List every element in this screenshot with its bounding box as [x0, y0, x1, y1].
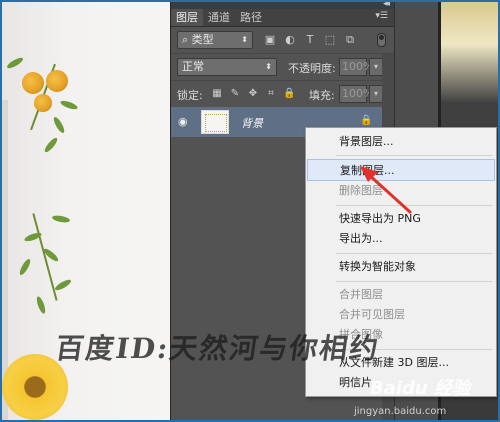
yellow-flower	[46, 70, 68, 92]
lock-all-icon[interactable]: 🔒	[283, 88, 295, 100]
leaf	[35, 295, 47, 315]
leaf	[42, 136, 60, 154]
panel-titlebar: ◂◂	[171, 2, 394, 9]
shape-icon[interactable]: ⬚	[323, 33, 337, 47]
fill-dropdown-button[interactable]: ▾	[369, 85, 383, 103]
collapse-icon[interactable]: ◂◂	[383, 2, 390, 9]
tab-layers[interactable]: 图层	[171, 9, 203, 26]
layer-name: 背景	[241, 117, 263, 130]
blend-mode-select[interactable]: 正常 ⬍	[177, 58, 277, 76]
panel-tabs: 图层 通道 路径 ▾☰	[171, 9, 394, 27]
image-icon[interactable]: ▣	[263, 33, 277, 47]
filter-kind-label: 类型	[191, 33, 214, 46]
leaf	[51, 214, 71, 224]
menu-item-convert-smart-object[interactable]: 转换为智能对象	[307, 256, 495, 278]
menu-item-export-as[interactable]: 导出为...	[307, 228, 495, 250]
chevron-updown-icon: ⬍	[241, 35, 248, 44]
menu-item-duplicate-layer[interactable]: 复制图层...	[307, 159, 495, 181]
menu-separator	[336, 155, 492, 156]
opacity-label: 不透明度:	[288, 62, 336, 75]
menu-item-merge-visible[interactable]: 合并可见图层	[307, 304, 495, 326]
opacity-input[interactable]: 100%	[339, 58, 373, 76]
menu-separator	[336, 281, 492, 282]
yellow-flower	[22, 72, 44, 94]
menu-item-quick-export-png[interactable]: 快速导出为 PNG	[307, 208, 495, 230]
leaf	[51, 115, 67, 135]
panel-menu-icon[interactable]: ▾☰	[375, 11, 388, 21]
menu-separator	[336, 253, 492, 254]
baidu-site-url: jingyan.baidu.com	[354, 406, 447, 417]
lock-transparent-icon[interactable]: ▦	[211, 88, 223, 100]
leaf	[53, 277, 73, 293]
eye-icon[interactable]: ◉	[178, 116, 190, 128]
yellow-flower	[34, 94, 52, 112]
filter-kind-select[interactable]: ⌕ 类型 ⬍	[177, 31, 253, 49]
chevron-updown-icon: ⬍	[265, 62, 272, 71]
text-icon[interactable]: T	[303, 33, 317, 47]
leaf	[17, 257, 33, 277]
fill-label: 填充:	[309, 89, 335, 102]
watermark-text: 百度ID:天然河与你相约	[53, 332, 382, 365]
lock-move-icon[interactable]: ✥	[247, 88, 259, 100]
adjustment-icon[interactable]: ◐	[283, 33, 297, 47]
leaf	[59, 99, 79, 111]
lock-brush-icon[interactable]: ✎	[229, 88, 241, 100]
lock-artboard-icon[interactable]: ⌗	[265, 88, 277, 100]
filter-toggle[interactable]	[377, 33, 386, 47]
menu-item-delete-layer[interactable]: 删除图层	[307, 180, 495, 202]
blend-row: 正常 ⬍ 不透明度: 100% ▾	[171, 54, 394, 81]
smart-object-icon[interactable]: ⧉	[343, 33, 357, 47]
baidu-logo: Baidu 经验	[370, 378, 471, 399]
lock-label: 锁定:	[177, 89, 203, 102]
lock-icon: 🔒	[360, 115, 373, 126]
tab-paths[interactable]: 路径	[235, 9, 267, 26]
search-icon: ⌕	[182, 33, 192, 46]
menu-item-background-layer[interactable]: 背景图层...	[307, 131, 495, 153]
filter-row: ⌕ 类型 ⬍ ▣ ◐ T ⬚ ⧉	[171, 27, 394, 54]
lock-row: 锁定: ▦ ✎ ✥ ⌗ 🔒 填充: 100% ▾	[171, 81, 394, 108]
app-window: ◂◂ 图层 通道 路径 ▾☰ ⌕ 类型 ⬍ ▣ ◐ T ⬚ ⧉ 正常 ⬍ 不透明…	[0, 0, 500, 422]
fill-input[interactable]: 100%	[339, 85, 373, 103]
menu-separator	[336, 205, 492, 206]
tab-channels[interactable]: 通道	[203, 9, 235, 26]
layer-thumbnail	[201, 110, 229, 134]
menu-item-merge-layers[interactable]: 合并图层	[307, 284, 495, 306]
leaf	[5, 55, 25, 71]
blend-mode-value: 正常	[182, 60, 204, 73]
opacity-dropdown-button[interactable]: ▾	[369, 58, 383, 76]
